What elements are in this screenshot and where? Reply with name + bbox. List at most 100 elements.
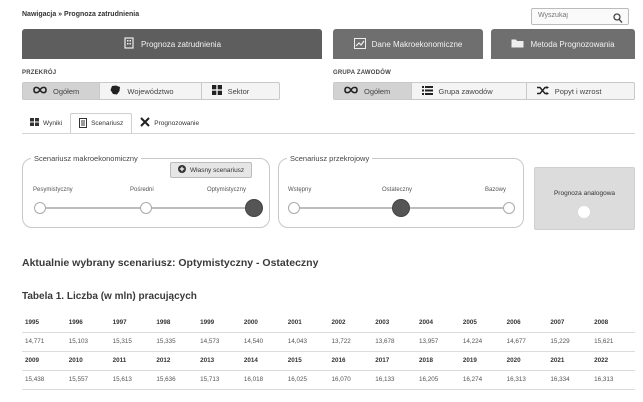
value-cell: 14,771 — [22, 332, 66, 352]
table-row: 1995 1996 1997 1998 1999 2000 2001 2002 … — [22, 313, 635, 333]
year-cell: 1995 — [22, 313, 66, 333]
value-cell: 15,229 — [547, 332, 592, 352]
own-scenario-label: Własny scenariusz — [190, 166, 245, 174]
option-label: Sektor — [227, 86, 250, 96]
przekroj-option-wojewodztwo[interactable]: Województwo — [100, 83, 202, 99]
tools-icon — [140, 117, 150, 129]
year-cell: 2013 — [197, 350, 241, 371]
macro-scenario-legend: Scenariusz makroekonomiczny — [31, 154, 141, 163]
infinity-icon — [33, 86, 47, 96]
tab-prognoza-zatrudnienia[interactable]: Prognoza zatrudnienia — [22, 29, 322, 59]
year-cell: 2015 — [284, 350, 329, 371]
macro-slider-handle[interactable] — [245, 199, 263, 217]
document-icon — [79, 117, 88, 130]
cross-scenario-group: Scenariusz przekrojowy — [278, 154, 524, 228]
chart-icon — [353, 37, 366, 51]
analog-forecast-knob[interactable] — [578, 206, 590, 218]
grupa-zawodow-label: GRUPA ZAWODÓW — [333, 70, 391, 76]
year-cell: 1996 — [65, 313, 110, 333]
top-bar: Nawigacja » Prognoza zatrudnienia — [0, 0, 643, 28]
year-cell: 1998 — [153, 313, 198, 333]
folder-icon — [511, 38, 524, 50]
subtab-label: Scenariusz — [91, 120, 124, 127]
cross-slider-handle[interactable] — [392, 199, 410, 217]
search-icon[interactable] — [613, 11, 623, 29]
value-cell: 15,613 — [109, 370, 154, 390]
year-cell: 2009 — [22, 350, 66, 371]
map-icon — [110, 85, 121, 97]
value-cell: 16,313 — [591, 370, 635, 390]
value-cell: 14,540 — [240, 332, 285, 352]
subtab-wyniki[interactable]: Wyniki — [22, 113, 70, 133]
value-cell: 16,070 — [328, 370, 373, 390]
cross-stop-wstepny[interactable] — [288, 202, 300, 214]
table-icon — [30, 118, 39, 128]
subtab-divider — [22, 133, 635, 134]
cross-stop-bazowy[interactable] — [503, 202, 515, 214]
value-cell: 13,678 — [372, 332, 417, 352]
own-scenario-button[interactable]: Własny scenariusz — [170, 162, 253, 178]
year-cell: 2016 — [328, 350, 373, 371]
grid-icon — [211, 85, 222, 97]
year-cell: 1999 — [197, 313, 241, 333]
value-cell: 15,557 — [65, 370, 110, 390]
year-cell: 2002 — [328, 313, 373, 333]
year-cell: 2005 — [459, 313, 504, 333]
year-cell: 2014 — [240, 350, 285, 371]
year-cell: 1997 — [109, 313, 154, 333]
cross-stop-label: Wstępny — [288, 187, 312, 193]
year-cell: 2007 — [547, 313, 592, 333]
building-icon — [123, 37, 135, 51]
year-cell: 2011 — [109, 350, 154, 371]
grupa-zawodow-selector: Ogółem Grupa zawodów Popyt i wzrost — [333, 82, 635, 100]
cross-scenario-legend: Scenariusz przekrojowy — [287, 154, 373, 163]
tab-dane-makroekonomiczne[interactable]: Dane Makroekonomiczne — [333, 29, 483, 59]
year-cell: 2022 — [591, 350, 635, 371]
year-cell: 2000 — [240, 313, 285, 333]
search-box[interactable] — [531, 8, 629, 25]
analog-forecast-toggle[interactable]: Prognoza analogowa — [534, 167, 635, 230]
table-title: Tabela 1. Liczba (w mln) pracujących — [22, 291, 197, 302]
tab-label: Metoda Prognozowania — [530, 39, 615, 49]
year-cell: 2018 — [416, 350, 460, 371]
value-cell: 14,043 — [284, 332, 329, 352]
list-icon — [421, 85, 433, 97]
przekroj-option-ogolem[interactable]: Ogółem — [23, 83, 101, 99]
grupa-option-popyt-i-wzrost[interactable]: Popyt i wzrost — [527, 83, 634, 99]
macro-stop-pesymistyczny[interactable] — [34, 202, 46, 214]
current-scenario-heading: Aktualnie wybrany scenariusz: Optymistyc… — [22, 257, 319, 269]
value-cell: 14,573 — [197, 332, 241, 352]
tab-metoda-prognozowania[interactable]: Metoda Prognozowania — [491, 29, 635, 59]
przekroj-option-sektor[interactable]: Sektor — [202, 83, 279, 99]
year-cell: 2020 — [503, 350, 548, 371]
macro-stop-posredni[interactable] — [140, 202, 152, 214]
year-cell: 2003 — [372, 313, 417, 333]
option-label: Ogółem — [53, 86, 80, 96]
year-cell: 2021 — [547, 350, 592, 371]
value-cell: 16,018 — [240, 370, 285, 390]
value-cell: 16,274 — [459, 370, 504, 390]
value-cell: 14,224 — [459, 332, 504, 352]
year-cell: 2019 — [459, 350, 504, 371]
value-cell: 15,438 — [22, 370, 66, 390]
value-cell: 13,957 — [416, 332, 460, 352]
subtab-label: Wyniki — [43, 119, 63, 127]
value-cell: 16,313 — [503, 370, 548, 390]
analog-forecast-label: Prognoza analogowa — [553, 190, 616, 197]
subtab-scenariusz[interactable]: Scenariusz — [70, 113, 133, 133]
search-input[interactable] — [538, 12, 608, 19]
employment-table: 1995 1996 1997 1998 1999 2000 2001 2002 … — [22, 313, 635, 390]
value-cell: 15,621 — [591, 332, 635, 352]
year-cell: 2004 — [416, 313, 460, 333]
grupa-option-ogolem[interactable]: Ogółem — [334, 83, 412, 99]
year-cell: 2012 — [153, 350, 198, 371]
subtab-label: Prognozowanie — [154, 119, 200, 127]
value-cell: 15,636 — [153, 370, 198, 390]
value-cell: 13,722 — [328, 332, 373, 352]
value-cell: 15,335 — [153, 332, 198, 352]
subtab-prognozowanie[interactable]: Prognozowanie — [132, 113, 207, 133]
value-cell: 15,315 — [109, 332, 154, 352]
grupa-option-grupa-zawodow[interactable]: Grupa zawodów — [412, 83, 527, 99]
value-cell: 16,133 — [372, 370, 417, 390]
year-cell: 2008 — [591, 313, 635, 333]
